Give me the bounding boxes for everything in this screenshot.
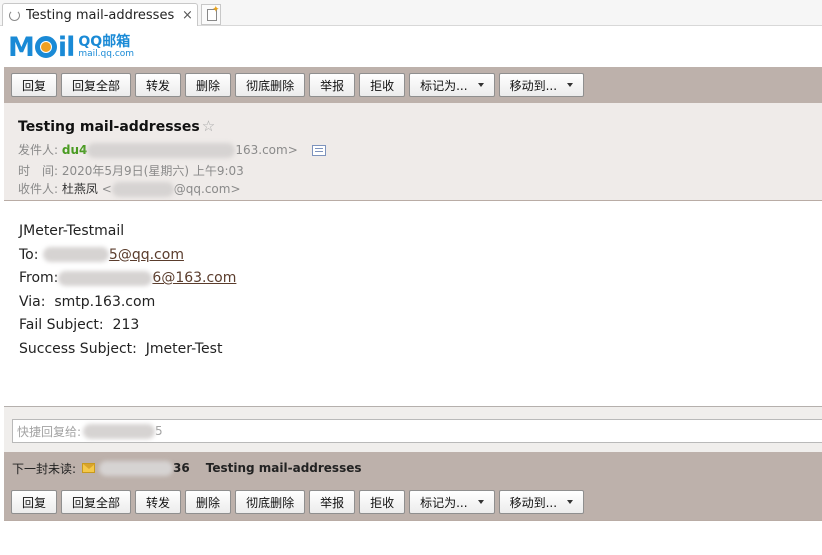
next-unread-bar: 下一封未读: 36 Testing mail-addresses	[4, 452, 822, 484]
quick-reply-address-tail: 5	[155, 424, 163, 438]
mark-as-label: 标记为...	[420, 78, 468, 93]
mail-subject: Testing mail-addresses ☆	[18, 117, 215, 135]
sender-label: 发件人:	[18, 143, 59, 157]
reply-button[interactable]: 回复	[11, 73, 58, 97]
contact-card-icon[interactable]	[311, 145, 326, 156]
body-via-label: Via:	[19, 293, 46, 310]
recipient-row: 收件人: 杜燕凤 < @qq.com>	[18, 180, 241, 197]
delete-permanently-button[interactable]: 彻底删除	[235, 73, 306, 97]
mail-toolbar-top: 回复 回复全部 转发 删除 彻底删除 举报 拒收 标记为... 移动到...	[4, 67, 822, 103]
qqmail-logo[interactable]: Mil QQ邮箱 mail.qq.com	[8, 31, 134, 63]
chevron-down-icon	[567, 83, 574, 87]
quick-reply-bar: 快捷回复给: 5	[4, 406, 822, 452]
move-to-dropdown[interactable]: 移动到...	[498, 490, 585, 514]
quick-reply-input[interactable]: 快捷回复给: 5	[12, 419, 822, 443]
move-to-label: 移动到...	[509, 495, 558, 510]
move-to-dropdown[interactable]: 移动到...	[498, 73, 585, 97]
forward-button[interactable]: 转发	[135, 73, 182, 97]
mail-subject-text: Testing mail-addresses	[18, 119, 200, 135]
logo-letters-il: il	[57, 31, 75, 63]
body-line-to: To: 5@qq.com	[19, 244, 236, 268]
recipient-name[interactable]: 杜燕凤	[62, 182, 98, 196]
mail-body: JMeter-Testmail To: 5@qq.com From: 6@163.…	[19, 220, 236, 362]
body-to-link[interactable]: 5@qq.com	[109, 247, 184, 263]
chevron-down-icon	[567, 500, 574, 504]
mark-as-dropdown[interactable]: 标记为...	[409, 490, 495, 514]
delete-button[interactable]: 删除	[185, 490, 232, 514]
chevron-down-icon	[477, 83, 484, 87]
sparkle-icon: ✦	[212, 5, 220, 15]
redacted-to-address	[42, 247, 109, 263]
sender-address: 163.com>	[235, 143, 298, 157]
body-success-label: Success Subject:	[19, 340, 137, 357]
next-unread-subject[interactable]: Testing mail-addresses	[206, 461, 362, 475]
recipient-address-open: <	[101, 182, 112, 196]
body-from-label: From:	[19, 270, 59, 287]
browser-tab-title: Testing mail-addresses -...	[26, 7, 178, 23]
body-line-fail: Fail Subject: 213	[19, 314, 236, 338]
logo-brand: QQ邮箱 mail.qq.com	[78, 35, 134, 59]
next-unread-label: 下一封未读:	[12, 461, 77, 476]
star-icon[interactable]: ☆	[202, 117, 215, 135]
recipient-address: @qq.com>	[173, 182, 241, 196]
redacted-from-address	[58, 270, 153, 286]
chevron-down-icon	[477, 500, 484, 504]
time-row: 时 间: 2020年5月9日(星期六) 上午9:03	[18, 162, 244, 179]
new-tab-button[interactable]: ✦	[201, 4, 221, 25]
forward-button[interactable]: 转发	[135, 490, 182, 514]
envelope-icon	[82, 463, 96, 473]
mark-as-dropdown[interactable]: 标记为...	[409, 73, 495, 97]
time-value: 2020年5月9日(星期六) 上午9:03	[61, 164, 244, 178]
reject-button[interactable]: 拒收	[359, 490, 406, 514]
report-button[interactable]: 举报	[309, 490, 356, 514]
body-via-value: smtp.163.com	[54, 293, 156, 310]
time-label: 时 间:	[18, 164, 59, 178]
reply-all-button[interactable]: 回复全部	[61, 73, 132, 97]
mail-logo-mark: Mil	[8, 31, 75, 63]
mail-toolbar-bottom: 回复 回复全部 转发 删除 彻底删除 举报 拒收 标记为... 移动到...	[4, 484, 822, 520]
loading-spinner-icon	[9, 9, 20, 21]
mark-as-label: 标记为...	[420, 495, 468, 510]
redacted-next-sender	[99, 460, 174, 476]
divider	[4, 520, 822, 521]
reject-button[interactable]: 拒收	[359, 73, 406, 97]
quick-reply-placeholder: 快捷回复给:	[17, 424, 82, 439]
body-line-title: JMeter-Testmail	[19, 223, 125, 239]
body-from-link[interactable]: 6@163.com	[152, 270, 236, 286]
browser-tabstrip: Testing mail-addresses -... × ✦	[0, 0, 822, 28]
recipient-label: 收件人:	[18, 182, 59, 196]
logo-letter-m: M	[8, 31, 35, 63]
logo-ring-icon	[34, 36, 57, 58]
body-fail-value: 213	[112, 317, 140, 334]
logo-domain: mail.qq.com	[78, 49, 135, 59]
body-to-label: To:	[19, 246, 39, 263]
delete-permanently-button[interactable]: 彻底删除	[235, 490, 306, 514]
body-line-via: Via: smtp.163.com	[19, 291, 236, 315]
redacted-quick-reply-address	[83, 423, 156, 439]
close-tab-icon[interactable]: ×	[182, 8, 193, 23]
redacted-recipient	[111, 182, 174, 197]
reply-button[interactable]: 回复	[11, 490, 58, 514]
delete-button[interactable]: 删除	[185, 73, 232, 97]
mail-header: Testing mail-addresses ☆ 发件人: du4 163.com>…	[4, 103, 822, 201]
report-button[interactable]: 举报	[309, 73, 356, 97]
reply-all-button[interactable]: 回复全部	[61, 490, 132, 514]
next-unread-sender-tail: 36	[173, 461, 190, 475]
sender-row: 发件人: du4 163.com>	[18, 141, 326, 158]
body-fail-label: Fail Subject:	[19, 317, 104, 334]
browser-tab[interactable]: Testing mail-addresses -... ×	[2, 3, 198, 26]
sender-name[interactable]: du4	[62, 143, 87, 157]
redacted-sender	[87, 143, 236, 158]
body-line-success: Success Subject: Jmeter-Test	[19, 338, 236, 362]
move-to-label: 移动到...	[509, 78, 558, 93]
body-line-from: From: 6@163.com	[19, 267, 236, 291]
logo-brand-name: QQ邮箱	[78, 34, 131, 50]
body-success-value: Jmeter-Test	[145, 340, 223, 357]
